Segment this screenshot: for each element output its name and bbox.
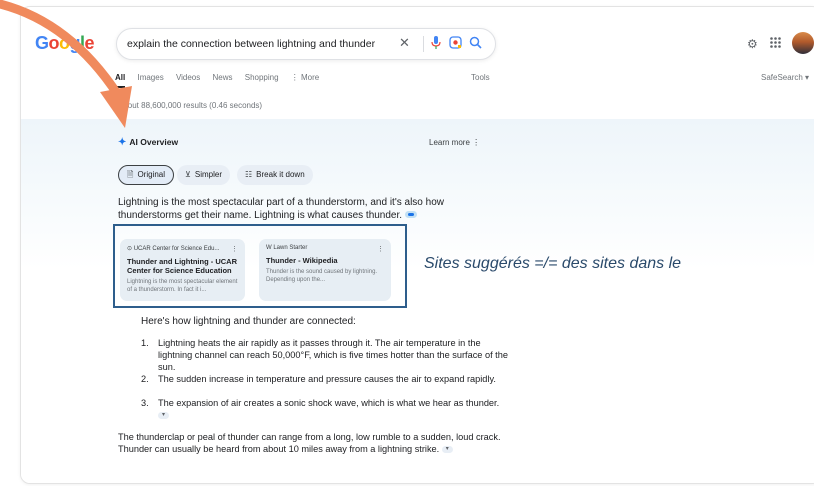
safesearch-button[interactable]: SafeSearch ▾ [761,73,809,82]
search-input[interactable]: explain the connection between lightning… [127,38,375,50]
tab-news[interactable]: News [213,73,233,82]
simplify-icon: ⊻ [185,170,191,179]
tools-button[interactable]: Tools [471,73,490,82]
tab-shopping[interactable]: Shopping [245,73,279,82]
expand-icon[interactable]: ▾ [158,412,169,420]
close-icon[interactable]: ✕ [399,36,410,50]
highlight-box [113,224,407,308]
microphone-icon[interactable] [431,36,441,53]
tab-videos[interactable]: Videos [176,73,200,82]
chip-break-it-down[interactable]: ☷ Break it down [237,165,313,185]
learn-more-link[interactable]: Learn more ⋮ [429,138,480,147]
lens-icon[interactable] [449,36,462,52]
ai-intro-paragraph: Lightning is the most spectacular part o… [118,197,444,221]
chip-simpler[interactable]: ⊻ Simpler [177,165,230,185]
ai-closing-paragraph: The thunderclap or peal of thunder can r… [118,432,501,454]
list-item: 3. The expansion of air creates a sonic s… [141,398,500,420]
tab-more[interactable]: ⋮ More [291,73,319,82]
expand-icon[interactable]: ▾ [441,446,453,454]
connection-heading: Here's how lightning and thunder are con… [141,316,356,327]
list-icon: ☷ [245,170,253,179]
apps-grid-icon[interactable] [770,37,781,51]
gear-icon[interactable]: ⚙ [747,37,758,51]
list-item: 1. Lightning heats the air rapidly as it … [141,338,508,372]
search-box[interactable]: explain the connection between lightning… [116,28,496,60]
chip-original[interactable]: 🗎 Original [118,165,175,185]
search-divider [423,36,424,52]
annotation-text: Sites suggérés =/= des sites dans le [424,255,682,272]
list-item: 2. The sudden increase in temperature and… [141,374,496,384]
search-icon[interactable] [469,36,482,52]
avatar[interactable] [792,32,814,54]
document-icon: 🗎 [127,170,134,179]
arrow-icon [0,0,132,128]
citation-link-icon[interactable] [404,211,417,219]
